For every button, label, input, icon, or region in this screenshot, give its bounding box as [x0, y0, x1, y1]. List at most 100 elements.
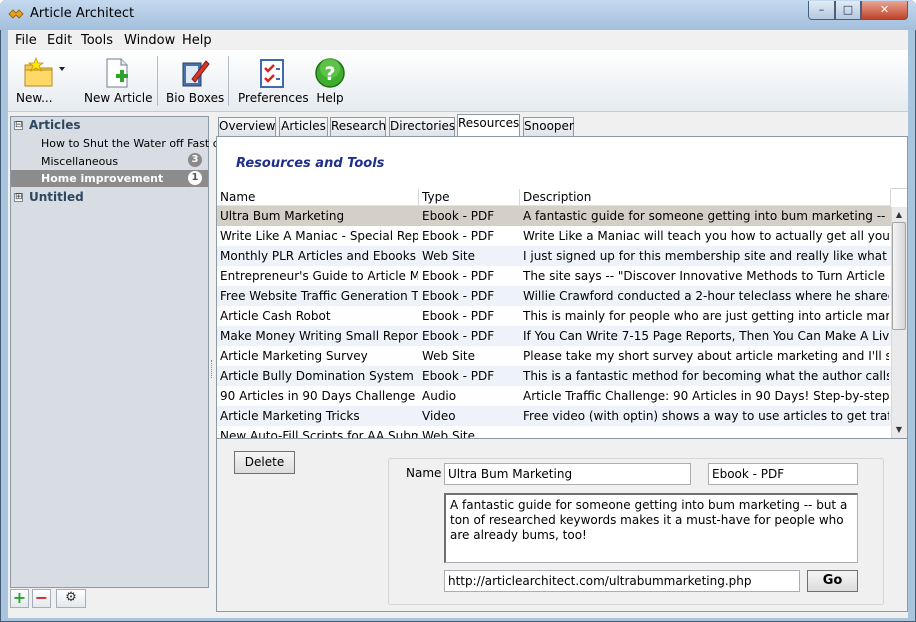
name-label: Name — [406, 466, 442, 480]
cell-type: Ebook - PDF — [422, 289, 495, 303]
cell-type: Audio — [422, 389, 457, 403]
tree-group-articles[interactable]: Articles — [29, 118, 81, 132]
new-button[interactable]: New... — [16, 56, 68, 106]
cell-description: This is mainly for people who are just g… — [523, 309, 889, 323]
tab-snooper[interactable]: Snooper — [523, 117, 574, 136]
bio-boxes-label: Bio Boxes — [166, 91, 225, 105]
tree-group-untitled[interactable]: Untitled — [29, 190, 84, 204]
toolbar-separator — [157, 56, 158, 106]
cell-type: Web Site — [422, 429, 476, 438]
scroll-down-icon[interactable]: ▼ — [892, 423, 906, 437]
cell-name: Entrepreneur's Guide to Article Ma... — [220, 269, 418, 283]
new-article-label: New Article — [84, 91, 153, 105]
window-title: Article Architect — [30, 6, 135, 21]
maximize-button[interactable]: □ — [835, 1, 861, 20]
menu-help[interactable]: Help — [182, 33, 212, 48]
table-row[interactable]: Monthly PLR Articles and Ebooks (... Web… — [217, 246, 891, 266]
scrollbar-thumb[interactable] — [892, 222, 906, 330]
cell-type: Ebook - PDF — [422, 229, 495, 243]
new-article-button[interactable]: New Article — [84, 56, 153, 106]
go-button[interactable]: Go — [807, 570, 858, 592]
column-divider[interactable] — [519, 189, 520, 205]
cell-name: Article Bully Domination System — [220, 369, 414, 383]
add-icon[interactable]: + — [10, 589, 29, 608]
cell-type: Web Site — [422, 249, 476, 263]
count-badge: 1 — [188, 171, 202, 185]
settings-gear-icon[interactable]: ⚙ — [56, 589, 86, 608]
preferences-button[interactable]: Preferences — [238, 56, 309, 106]
checklist-icon — [260, 59, 284, 88]
column-header-type[interactable]: Type — [422, 190, 450, 204]
table-row[interactable]: Entrepreneur's Guide to Article Ma... Eb… — [217, 266, 891, 286]
cell-name: New Auto-Fill Scripts for AA Submi... — [220, 429, 418, 438]
help-label: Help — [316, 91, 344, 105]
tree-item-home-improvement[interactable]: Home improvement — [41, 172, 163, 185]
column-header-description[interactable]: Description — [523, 190, 591, 204]
cell-name: 90 Articles in 90 Days Challenge — [220, 389, 416, 403]
close-button[interactable]: ✕ — [861, 1, 908, 20]
url-field[interactable]: http://articlearchitect.com/ultrabummark… — [444, 570, 800, 592]
table-row[interactable]: Article Cash Robot Ebook - PDF This is m… — [217, 306, 891, 326]
table-row[interactable]: New Auto-Fill Scripts for AA Submi... We… — [217, 426, 891, 438]
cell-name: Article Marketing Tricks — [220, 409, 360, 423]
new-document-icon — [106, 58, 128, 88]
app-logo-icon — [8, 9, 24, 19]
cell-description: The site says -- "Discover Innovative Me… — [523, 269, 889, 283]
table-row[interactable]: Make Money Writing Small Reports Ebook -… — [217, 326, 891, 346]
tab-directories[interactable]: Directories — [389, 117, 455, 136]
help-button[interactable]: ? Help — [310, 56, 350, 106]
table-row[interactable]: Write Like A Maniac - Special Report Ebo… — [217, 226, 891, 246]
delete-button[interactable]: Delete — [234, 451, 295, 474]
help-icon: ? — [315, 58, 345, 88]
tab-articles[interactable]: Articles — [279, 117, 328, 136]
remove-icon[interactable]: − — [32, 589, 51, 608]
type-field[interactable]: Ebook - PDF — [708, 463, 858, 485]
table-row[interactable]: Article Bully Domination System Ebook - … — [217, 366, 891, 386]
description-field[interactable]: A fantastic guide for someone getting in… — [444, 493, 858, 563]
page-title: Resources and Tools — [236, 156, 385, 171]
notebook-pen-icon — [182, 60, 210, 87]
bio-boxes-button[interactable]: Bio Boxes — [166, 56, 225, 106]
cell-description: Write Like a Maniac will teach you how t… — [523, 229, 889, 243]
table-row[interactable]: Article Marketing Survey Web Site Please… — [217, 346, 891, 366]
cell-name: Write Like A Maniac - Special Report — [220, 229, 418, 243]
cell-description: A fantastic guide for someone getting in… — [523, 209, 889, 223]
count-badge: 3 — [188, 153, 202, 167]
table-row[interactable]: Article Marketing Tricks Video Free vide… — [217, 406, 891, 426]
table-row[interactable]: Ultra Bum Marketing Ebook - PDF A fantas… — [217, 206, 891, 226]
toolbar-separator — [228, 56, 229, 106]
title-bar[interactable] — [0, 0, 916, 30]
tab-resources[interactable]: Resources — [457, 114, 520, 137]
menu-window[interactable]: Window — [124, 33, 175, 48]
cell-name: Article Cash Robot — [220, 309, 331, 323]
cell-name: Article Marketing Survey — [220, 349, 368, 363]
tab-overview[interactable]: Overview — [218, 117, 276, 136]
svg-text:?: ? — [324, 63, 335, 85]
column-divider[interactable] — [418, 189, 419, 205]
cell-name: Monthly PLR Articles and Ebooks (... — [220, 249, 418, 263]
cell-name: Make Money Writing Small Reports — [220, 329, 418, 343]
cell-description: If You Can Write 7-15 Page Reports, Then… — [523, 329, 889, 343]
column-divider[interactable] — [890, 189, 891, 205]
column-header-name[interactable]: Name — [220, 190, 255, 204]
minimize-button[interactable]: – — [808, 1, 835, 20]
menu-tools[interactable]: Tools — [81, 33, 113, 48]
name-field[interactable]: Ultra Bum Marketing — [444, 463, 691, 485]
menu-edit[interactable]: Edit — [47, 33, 72, 48]
table-row[interactable]: Free Website Traffic Generation T... Ebo… — [217, 286, 891, 306]
tree-item-article[interactable]: How to Shut the Water off Fast on — [41, 137, 226, 150]
collapse-articles-toggle[interactable]: ⊟ — [14, 121, 23, 130]
table-row[interactable]: 90 Articles in 90 Days Challenge Audio A… — [217, 386, 891, 406]
splitter-handle[interactable] — [211, 360, 214, 378]
cell-type: Ebook - PDF — [422, 329, 495, 343]
tab-research[interactable]: Research — [330, 117, 386, 136]
cell-description: This is a fantastic method for becoming … — [523, 369, 889, 383]
scroll-up-icon[interactable]: ▲ — [892, 208, 906, 222]
cell-type: Web Site — [422, 349, 476, 363]
cell-type: Ebook - PDF — [422, 209, 495, 223]
tree-item-miscellaneous[interactable]: Miscellaneous — [41, 155, 118, 168]
menu-file[interactable]: File — [15, 33, 37, 48]
cell-name: Free Website Traffic Generation T... — [220, 289, 418, 303]
expand-untitled-toggle[interactable]: ⊞ — [14, 193, 23, 202]
cell-type: Ebook - PDF — [422, 269, 495, 283]
